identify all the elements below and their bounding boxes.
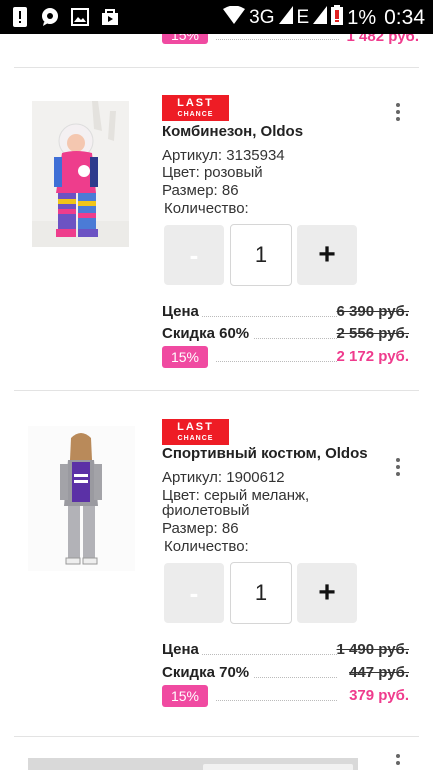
last-chance-badge: LAST CHANCE (162, 95, 229, 121)
price-label: Цена (162, 641, 199, 658)
next-item-image-partial (28, 758, 358, 770)
cart-item: LAST CHANCE Спортивный костюм, Oldos Арт… (14, 391, 419, 737)
product-color: Цвет: розовый (162, 164, 263, 181)
product-image[interactable] (28, 426, 135, 571)
promo-badge: 15% (162, 34, 208, 44)
discounted-price: 447 руб. (349, 664, 409, 681)
battery-icon (331, 5, 344, 31)
shop-bag-icon (100, 7, 120, 27)
final-price: 379 руб. (349, 687, 409, 704)
signal-icon-2 (313, 6, 328, 30)
discount-row: Скидка 70% 447 руб. (162, 664, 409, 684)
quantity-label: Количество: (164, 200, 249, 217)
chat-icon (40, 7, 60, 27)
price-row: Цена 6 390 руб. (162, 303, 409, 323)
network-type-label-2: E (296, 7, 310, 28)
final-price-row: 15% 2 172 руб. (162, 346, 409, 368)
quantity-field[interactable]: 1 (230, 562, 292, 624)
signal-icon (278, 6, 293, 30)
status-bar: 3G E 1% 0:34 (0, 0, 433, 34)
discounted-price: 2 556 руб. (336, 325, 409, 342)
decrease-quantity-button[interactable]: - (164, 563, 224, 623)
product-article: Артикул: 1900612 (162, 469, 285, 486)
last-chance-badge: LAST CHANCE (162, 419, 229, 445)
promo-badge: 15% (162, 685, 208, 707)
quantity-field[interactable]: 1 (230, 224, 292, 286)
product-article: Артикул: 3135934 (162, 147, 285, 164)
product-size: Размер: 86 (162, 182, 239, 199)
increase-quantity-button[interactable]: + (297, 563, 357, 623)
dotted-leader (216, 39, 339, 40)
original-price: 6 390 руб. (336, 303, 409, 320)
previous-item-partial: 15% 1 482 руб. (14, 34, 419, 68)
price-row: Цена 1 490 руб. (162, 641, 409, 661)
promo-badge: 15% (162, 346, 208, 368)
discount-label: Скидка 60% (162, 325, 250, 342)
quantity-label: Количество: (164, 538, 249, 555)
product-title[interactable]: Спортивный костюм, Oldos (162, 445, 368, 462)
price-label: Цена (162, 303, 199, 320)
product-image[interactable] (32, 101, 129, 247)
discount-label: Скидка 70% (162, 664, 250, 681)
product-size: Размер: 86 (162, 520, 239, 537)
battery-percent: 1% (347, 6, 377, 29)
increase-quantity-button[interactable]: + (297, 225, 357, 285)
network-type-label: 3G (249, 7, 275, 28)
final-price: 2 172 руб. (336, 348, 409, 365)
alert-icon (10, 7, 30, 27)
product-color-line2: фиолетовый (162, 502, 250, 519)
product-title[interactable]: Комбинезон, Oldos (162, 123, 303, 140)
wifi-icon (223, 5, 246, 30)
clock: 0:34 (384, 6, 425, 29)
discount-row: Скидка 60% 2 556 руб. (162, 325, 409, 345)
original-price: 1 490 руб. (336, 641, 409, 658)
more-options-icon[interactable] (391, 457, 405, 477)
final-price-row: 15% 379 руб. (162, 685, 409, 707)
more-options-icon[interactable] (391, 752, 405, 766)
cart-item: LAST CHANCE Комбинезон, Oldos Артикул: 3… (14, 68, 419, 391)
more-options-icon[interactable] (391, 102, 405, 122)
cart-list[interactable]: 15% 1 482 руб. LAST CHANCE Комбинезон, O… (0, 34, 433, 770)
final-price: 1 482 руб. (346, 34, 419, 45)
decrease-quantity-button[interactable]: - (164, 225, 224, 285)
image-icon (70, 7, 90, 27)
